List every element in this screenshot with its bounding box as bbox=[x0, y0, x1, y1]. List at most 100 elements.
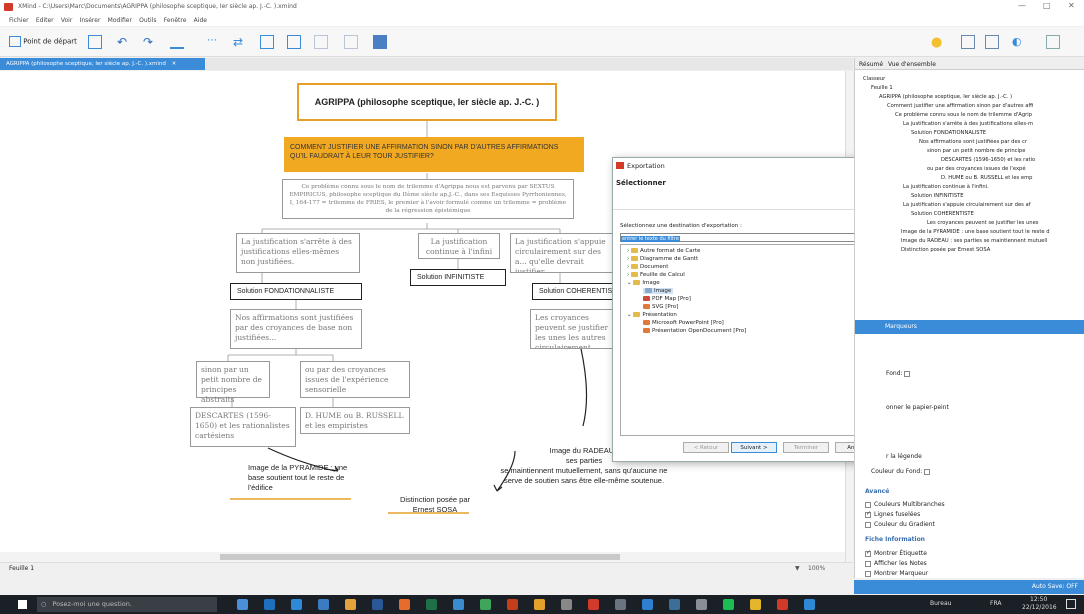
relationship-icon[interactable]: ⇄ bbox=[233, 35, 247, 49]
option-show-label[interactable]: Montrer Étiquette bbox=[865, 550, 927, 557]
clock-date[interactable]: 22/12/2016 bbox=[1022, 604, 1057, 611]
app-icon[interactable] bbox=[453, 599, 464, 610]
app-icon[interactable] bbox=[588, 599, 599, 610]
maximize-icon[interactable]: □ bbox=[1043, 1, 1051, 10]
app-icon[interactable] bbox=[318, 599, 329, 610]
windows-start-icon[interactable] bbox=[18, 600, 27, 609]
tree-item-opendocument[interactable]: Présentation OpenDocument [Pro] bbox=[643, 328, 746, 334]
app-icon[interactable] bbox=[750, 599, 761, 610]
solution-fondationnaliste[interactable]: Solution FONDATIONNALISTE bbox=[230, 283, 362, 300]
topic-hume[interactable]: D. HUME ou B. RUSSELL et les empiristes bbox=[300, 407, 410, 434]
outline-item[interactable]: Classeur bbox=[863, 76, 885, 82]
solution-coherentiste[interactable]: Solution COHERENTISTE bbox=[532, 283, 618, 300]
structure-icon[interactable] bbox=[170, 35, 184, 49]
outline-item[interactable]: Solution INFINITISTE bbox=[911, 193, 964, 199]
idea-bulb-icon[interactable]: ● bbox=[931, 35, 945, 50]
outline-item[interactable]: sinon par un petit nombre de principe bbox=[927, 148, 1025, 154]
panel-icon[interactable] bbox=[985, 35, 999, 49]
outline-item[interactable]: Nos affirmations sont justifiées par des… bbox=[919, 139, 1027, 145]
app-icon[interactable] bbox=[696, 599, 707, 610]
outline-item[interactable]: Ce problème connu sous le nom de trilemm… bbox=[895, 112, 1032, 118]
app-icon[interactable] bbox=[642, 599, 653, 610]
menu-voir[interactable]: Voir bbox=[61, 17, 72, 24]
app-icon[interactable] bbox=[723, 599, 734, 610]
search-box[interactable]: ○ Posez-moi une question. bbox=[37, 597, 217, 612]
excel-icon[interactable] bbox=[426, 599, 437, 610]
option-multibranch[interactable]: Couleurs Multibranches bbox=[865, 501, 945, 508]
tree-item-powerpoint[interactable]: Microsoft PowerPoint [Pro] bbox=[643, 320, 724, 326]
topic-radeau[interactable]: se maintiennent mutuellement, sans qu'au… bbox=[500, 466, 668, 486]
tree-item-gantt[interactable]: › Diagramme de Gantt bbox=[627, 256, 698, 262]
desktop-toolbar[interactable]: Bureau bbox=[930, 600, 951, 607]
summary-icon[interactable] bbox=[287, 35, 301, 49]
question-topic[interactable]: COMMENT JUSTIFIER UNE AFFIRMATION SINON … bbox=[284, 137, 584, 172]
boundary-icon[interactable] bbox=[260, 35, 274, 49]
solution-infinitiste[interactable]: Solution INFINITISTE bbox=[410, 269, 506, 286]
checkbox[interactable] bbox=[865, 550, 871, 557]
branch-fondation[interactable]: La justification s'arrête à des justific… bbox=[236, 233, 360, 273]
tab-document[interactable]: AGRIPPA (philosophe sceptique, Ier siècl… bbox=[0, 58, 205, 70]
taskview-icon[interactable] bbox=[237, 599, 248, 610]
redo-icon[interactable]: ↷ bbox=[143, 35, 157, 49]
zoom-level[interactable]: 100% bbox=[808, 565, 825, 572]
topic-principes[interactable]: sinon par un petit nombre de principes a… bbox=[196, 361, 270, 404]
menu-modifier[interactable]: Modifier bbox=[108, 17, 132, 24]
intro-topic[interactable]: Ce problème connu sous le nom de trilemm… bbox=[282, 179, 574, 219]
finish-button[interactable]: Terminer bbox=[783, 442, 829, 453]
outline-item[interactable]: DESCARTES (1596-1650) et les ratio bbox=[941, 157, 1035, 163]
sheet-tab[interactable]: Feuille 1 bbox=[9, 565, 34, 572]
topic-croyances[interactable]: Les croyances peuvent se justifier les u… bbox=[530, 309, 618, 349]
checkbox[interactable] bbox=[865, 560, 871, 567]
menu-fichier[interactable]: Fichier bbox=[9, 17, 29, 24]
option-show-notes[interactable]: Afficher les Notes bbox=[865, 560, 927, 567]
calculator-icon[interactable] bbox=[615, 599, 626, 610]
tree-item-feuille-calcul[interactable]: › Feuille de Calcul bbox=[627, 272, 685, 278]
edge-icon[interactable] bbox=[264, 599, 275, 610]
outline-item[interactable]: AGRIPPA (philosophe sceptique, Ier siècl… bbox=[879, 94, 1012, 100]
app-icon[interactable] bbox=[669, 599, 680, 610]
tab-vue-ensemble[interactable]: Vue d'ensemble bbox=[888, 61, 936, 68]
canvas-horizontal-scrollbar[interactable] bbox=[0, 552, 845, 562]
branch-circulaire[interactable]: La justification s'appuie circulairement… bbox=[510, 233, 618, 273]
filter-icon[interactable] bbox=[961, 35, 975, 49]
menu-aide[interactable]: Aide bbox=[194, 17, 207, 24]
note-icon[interactable] bbox=[344, 35, 358, 49]
outline-item[interactable]: Solution COHERENTISTE bbox=[911, 211, 974, 217]
checkbox[interactable] bbox=[865, 501, 871, 508]
tree-item-image[interactable]: Image bbox=[643, 288, 674, 294]
tab-close-icon[interactable]: ✕ bbox=[172, 61, 177, 67]
outline-item[interactable]: ou par des croyances issues de l'expé bbox=[927, 166, 1026, 172]
export-destination-tree[interactable]: › Autre format de Carte › Diagramme de G… bbox=[620, 244, 878, 436]
next-button[interactable]: Suivant > bbox=[731, 442, 777, 453]
callout-icon[interactable]: ⋯ bbox=[207, 35, 221, 49]
tree-item-image-folder[interactable]: ⌄ Image bbox=[627, 280, 660, 286]
outline-item[interactable]: Feuille 1 bbox=[871, 85, 893, 91]
topic-icon[interactable] bbox=[88, 35, 102, 49]
fond-color-swatch[interactable] bbox=[904, 370, 911, 377]
tree-item-autre-format[interactable]: › Autre format de Carte bbox=[627, 248, 700, 254]
tree-item-presentation-folder[interactable]: ⌄ Présentation bbox=[627, 312, 677, 318]
outline-item[interactable]: D. HUME ou B. RUSSELL et les emp bbox=[941, 175, 1032, 181]
outline-item[interactable]: Comment justifier une affirmation sinon … bbox=[887, 103, 1033, 109]
outline-item[interactable]: Image de la PYRAMIDE : une base soutient… bbox=[901, 229, 1050, 235]
scrollbar-thumb[interactable] bbox=[220, 554, 620, 560]
outline-tree[interactable]: Classeur Feuille 1 AGRIPPA (philosophe s… bbox=[855, 71, 1084, 306]
back-button[interactable]: < Retour bbox=[683, 442, 729, 453]
topic-radeau-title[interactable]: Image du RADEAU : ses parties bbox=[549, 446, 619, 466]
share-icon[interactable]: ◐ bbox=[1012, 35, 1026, 49]
export-icon[interactable] bbox=[1046, 35, 1060, 49]
tree-item-svg[interactable]: SVG [Pro] bbox=[643, 304, 678, 310]
clock-time[interactable]: 12:50 bbox=[1030, 596, 1047, 603]
tree-item-document[interactable]: › Document bbox=[627, 264, 668, 270]
outline-item[interactable]: Distinction posée par Ernest SOSA bbox=[901, 247, 990, 253]
xmind-taskbar-icon[interactable] bbox=[777, 599, 788, 610]
topic-descartes[interactable]: DESCARTES (1596-1650) et les rationalist… bbox=[190, 407, 296, 447]
topic-affirmations[interactable]: Nos affirmations sont justifiées par des… bbox=[230, 309, 362, 349]
menu-outils[interactable]: Outils bbox=[139, 17, 156, 24]
branch-infini[interactable]: La justification continue à l'infini bbox=[418, 233, 500, 259]
checkbox[interactable] bbox=[865, 511, 871, 518]
outline-item[interactable]: La justification s'appuie circulairement… bbox=[903, 202, 1031, 208]
outline-item[interactable]: Les croyances peuvent se justifier les u… bbox=[927, 220, 1038, 226]
minimize-icon[interactable]: — bbox=[1018, 1, 1026, 10]
filter-input[interactable]: entrer le texte du filtre bbox=[620, 233, 878, 242]
